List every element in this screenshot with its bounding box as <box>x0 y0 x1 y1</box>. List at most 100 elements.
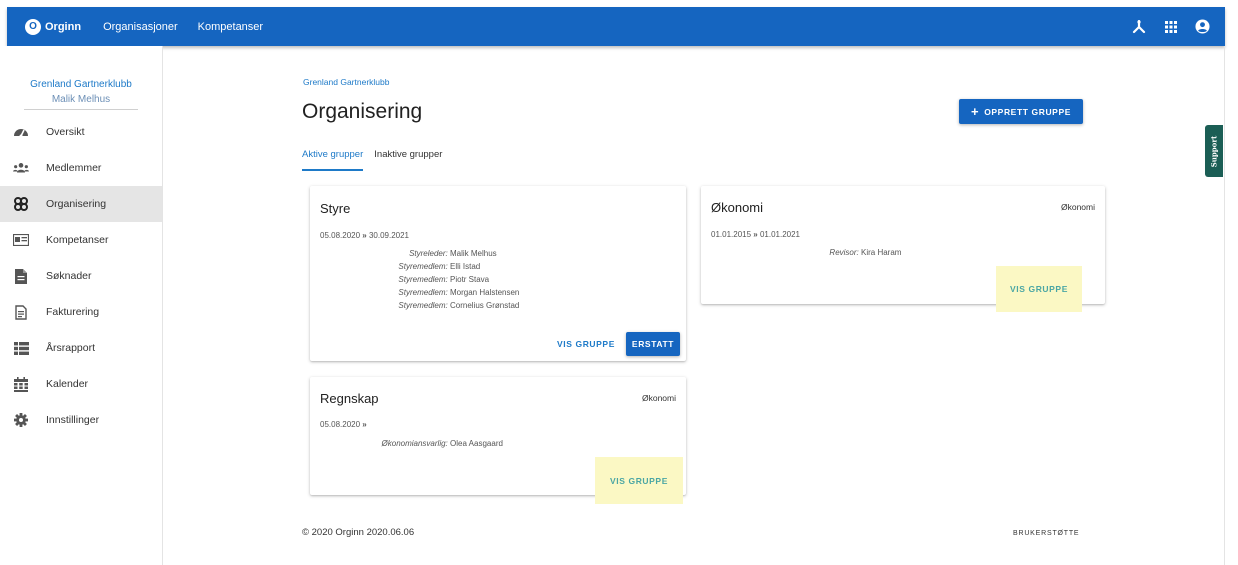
page-title: Organisering <box>302 100 423 123</box>
people-icon <box>13 160 29 176</box>
tab-inaktive-grupper[interactable]: Inaktive grupper <box>374 149 442 171</box>
card-title: Økonomi <box>711 200 764 215</box>
date-from: 05.08.2020 <box>320 231 361 240</box>
gear-icon <box>13 412 29 428</box>
sidebar-item-arsrapport[interactable]: Årsrapport <box>0 330 162 366</box>
role-list: Økonomiansvarlig: Olea Aasgaard <box>320 437 550 450</box>
date-arrow-icon: » <box>362 231 367 240</box>
group-card-okonomi: Økonomi Økonomi 01.01.2015 » 01.01.2021 … <box>701 186 1105 312</box>
sidebar-item-label: Kalender <box>46 378 89 390</box>
tab-aktive-grupper[interactable]: Aktive grupper <box>302 149 364 171</box>
document-icon <box>13 268 29 284</box>
date-arrow-icon: » <box>753 230 758 239</box>
role-person: Malik Melhus <box>450 249 497 258</box>
date-to: 30.09.2021 <box>368 231 410 240</box>
apps-grid-icon[interactable] <box>1162 18 1179 35</box>
organization-icon <box>13 196 29 212</box>
sidebar-item-organisering[interactable]: Organisering <box>0 186 162 222</box>
sidebar-item-innstillinger[interactable]: Innstillinger <box>0 402 162 438</box>
nav-organisasjoner[interactable]: Organisasjoner <box>103 21 178 33</box>
role-title: Styreleder: <box>409 249 448 258</box>
org-info: Grenland Gartnerklubb Malik Melhus <box>0 79 162 105</box>
right-divider <box>1224 46 1225 565</box>
footer-support-link[interactable]: BRUKERSTØTTE <box>1013 530 1079 537</box>
date-arrow-icon: » <box>362 420 367 429</box>
create-group-label: OPPRETT GRUPPE <box>984 106 1071 117</box>
sidebar-item-label: Innstillinger <box>46 414 100 426</box>
sidebar-item-oversikt[interactable]: Oversikt <box>0 114 162 150</box>
group-tabs: Aktive grupper Inaktive grupper <box>302 149 453 171</box>
role-row: Styremedlem: Morgan Halstensen <box>320 286 550 299</box>
create-group-button[interactable]: + OPPRETT GRUPPE <box>959 99 1083 124</box>
card-title: Styre <box>320 201 351 216</box>
group-card-styre: Styre 05.08.2020 » 30.09.2021 Styreleder… <box>310 186 686 361</box>
hierarchy-icon[interactable] <box>1130 18 1147 35</box>
role-person: Morgan Halstensen <box>450 288 520 297</box>
vis-gruppe-button[interactable]: VIS GRUPPE <box>553 333 619 355</box>
brand-link[interactable]: O Orginn <box>25 18 82 35</box>
support-tab[interactable]: Support <box>1205 125 1223 177</box>
role-person: Piotr Stava <box>450 275 490 284</box>
brand-logo: O <box>25 18 41 35</box>
app-bar: O Orginn Organisasjoner Kompetanser <box>7 7 1225 46</box>
role-title: Styremedlem: <box>398 288 448 297</box>
sidebar-user-name: Malik Melhus <box>51 94 111 105</box>
sidebar-item-label: Kompetanser <box>46 234 109 246</box>
main-content: Grenland Gartnerklubb Organisering + OPP… <box>163 46 1238 565</box>
invoice-icon <box>13 304 29 320</box>
support-tab-label: Support <box>1209 135 1219 167</box>
brand-name: Orginn <box>45 20 82 33</box>
card-dates: 05.08.2020 » <box>320 420 367 429</box>
date-from: 05.08.2020 <box>320 420 361 429</box>
list-icon <box>13 340 29 356</box>
role-row: Økonomiansvarlig: Olea Aasgaard <box>320 437 550 450</box>
role-person: Elli Istad <box>450 262 481 271</box>
role-title: Styremedlem: <box>398 262 448 271</box>
speedometer-icon <box>13 124 29 140</box>
sidebar-item-kalender[interactable]: Kalender <box>0 366 162 402</box>
role-title: Økonomiansvarlig: <box>381 439 448 448</box>
role-title: Revisor: <box>829 248 859 257</box>
sidebar-item-label: Søknader <box>46 270 92 282</box>
sidebar-menu: Oversikt Medlemmer Organisering Kompetan… <box>0 114 162 438</box>
sidebar-org-name[interactable]: Grenland Gartnerklubb <box>0 79 162 90</box>
sidebar-item-kompetanser[interactable]: Kompetanser <box>0 222 162 258</box>
sidebar: Grenland Gartnerklubb Malik Melhus Overs… <box>0 46 163 565</box>
sidebar-item-label: Organisering <box>46 198 107 210</box>
card-dates: 05.08.2020 » 30.09.2021 <box>320 231 409 240</box>
card-dates: 01.01.2015 » 01.01.2021 <box>711 230 800 239</box>
sidebar-item-fakturering[interactable]: Fakturering <box>0 294 162 330</box>
erstatt-button[interactable]: ERSTATT <box>626 332 680 356</box>
card-title: Regnskap <box>320 391 379 406</box>
role-list: Styreleder: Malik Melhus Styremedlem: El… <box>320 247 550 312</box>
sidebar-item-label: Fakturering <box>46 306 100 318</box>
role-row: Revisor: Kira Haram <box>711 246 961 259</box>
sidebar-item-label: Årsrapport <box>46 342 96 354</box>
sidebar-item-label: Oversikt <box>46 126 85 138</box>
role-row: Styremedlem: Cornelius Grønstad <box>320 299 550 312</box>
role-row: Styreleder: Malik Melhus <box>320 247 550 260</box>
plus-icon: + <box>970 104 980 119</box>
group-card-regnskap: Regnskap Økonomi 05.08.2020 » Økonomians… <box>310 377 686 504</box>
sidebar-item-soknader[interactable]: Søknader <box>0 258 162 294</box>
breadcrumb[interactable]: Grenland Gartnerklubb <box>303 77 389 87</box>
nav-kompetanser[interactable]: Kompetanser <box>198 21 263 33</box>
role-title: Styremedlem: <box>398 301 448 310</box>
account-circle-icon[interactable] <box>1194 18 1211 35</box>
vis-gruppe-button[interactable]: VIS GRUPPE <box>996 266 1082 312</box>
vis-gruppe-button[interactable]: VIS GRUPPE <box>595 457 683 504</box>
footer-copyright: © 2020 Orginn 2020.06.06 <box>302 527 415 538</box>
role-row: Styremedlem: Piotr Stava <box>320 273 550 286</box>
card-category: Økonomi <box>641 393 676 403</box>
sidebar-item-medlemmer[interactable]: Medlemmer <box>0 150 162 186</box>
card-category: Økonomi <box>1060 202 1095 212</box>
role-list: Revisor: Kira Haram <box>711 246 961 259</box>
id-card-icon <box>13 232 29 248</box>
date-from: 01.01.2015 <box>711 230 752 239</box>
calendar-icon <box>13 376 29 392</box>
role-row: Styremedlem: Elli Istad <box>320 260 550 273</box>
sidebar-item-label: Medlemmer <box>46 162 102 174</box>
role-person: Olea Aasgaard <box>450 439 503 448</box>
role-title: Styremedlem: <box>398 275 448 284</box>
sidebar-divider <box>24 109 138 110</box>
